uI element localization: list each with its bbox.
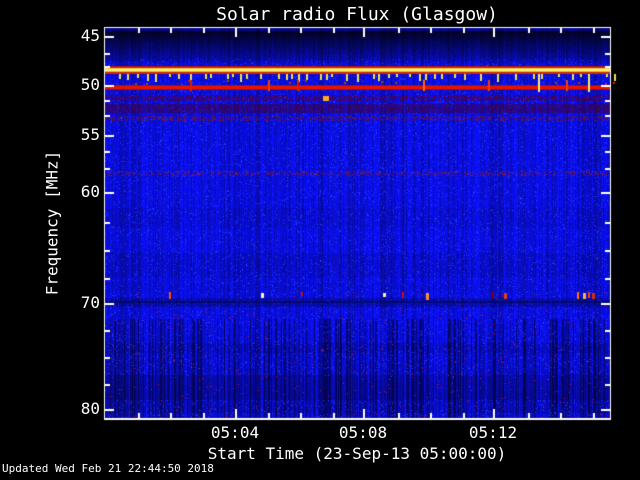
y-axis-label: Frequency [MHz] [42,150,62,296]
y-tick-80: 80 [80,399,100,418]
y-tick-45: 45 [80,26,100,45]
x-tick-0504: 05:04 [210,423,260,442]
x-tick-0508: 05:08 [338,423,388,442]
x-tick-0512: 05:12 [468,423,518,442]
x-axis-label: Start Time (23-Sep-13 05:00:00) [207,444,507,463]
y-tick-55: 55 [80,125,100,144]
y-tick-50: 50 [80,75,100,94]
y-tick-70: 70 [80,293,100,312]
updated-timestamp: Updated Wed Feb 21 22:44:50 2018 [2,462,214,475]
spectrogram-page: Solar radio Flux (Glasgow) Frequency [MH… [0,0,640,480]
y-tick-60: 60 [80,182,100,201]
page-title: Solar radio Flux (Glasgow) [216,4,498,25]
